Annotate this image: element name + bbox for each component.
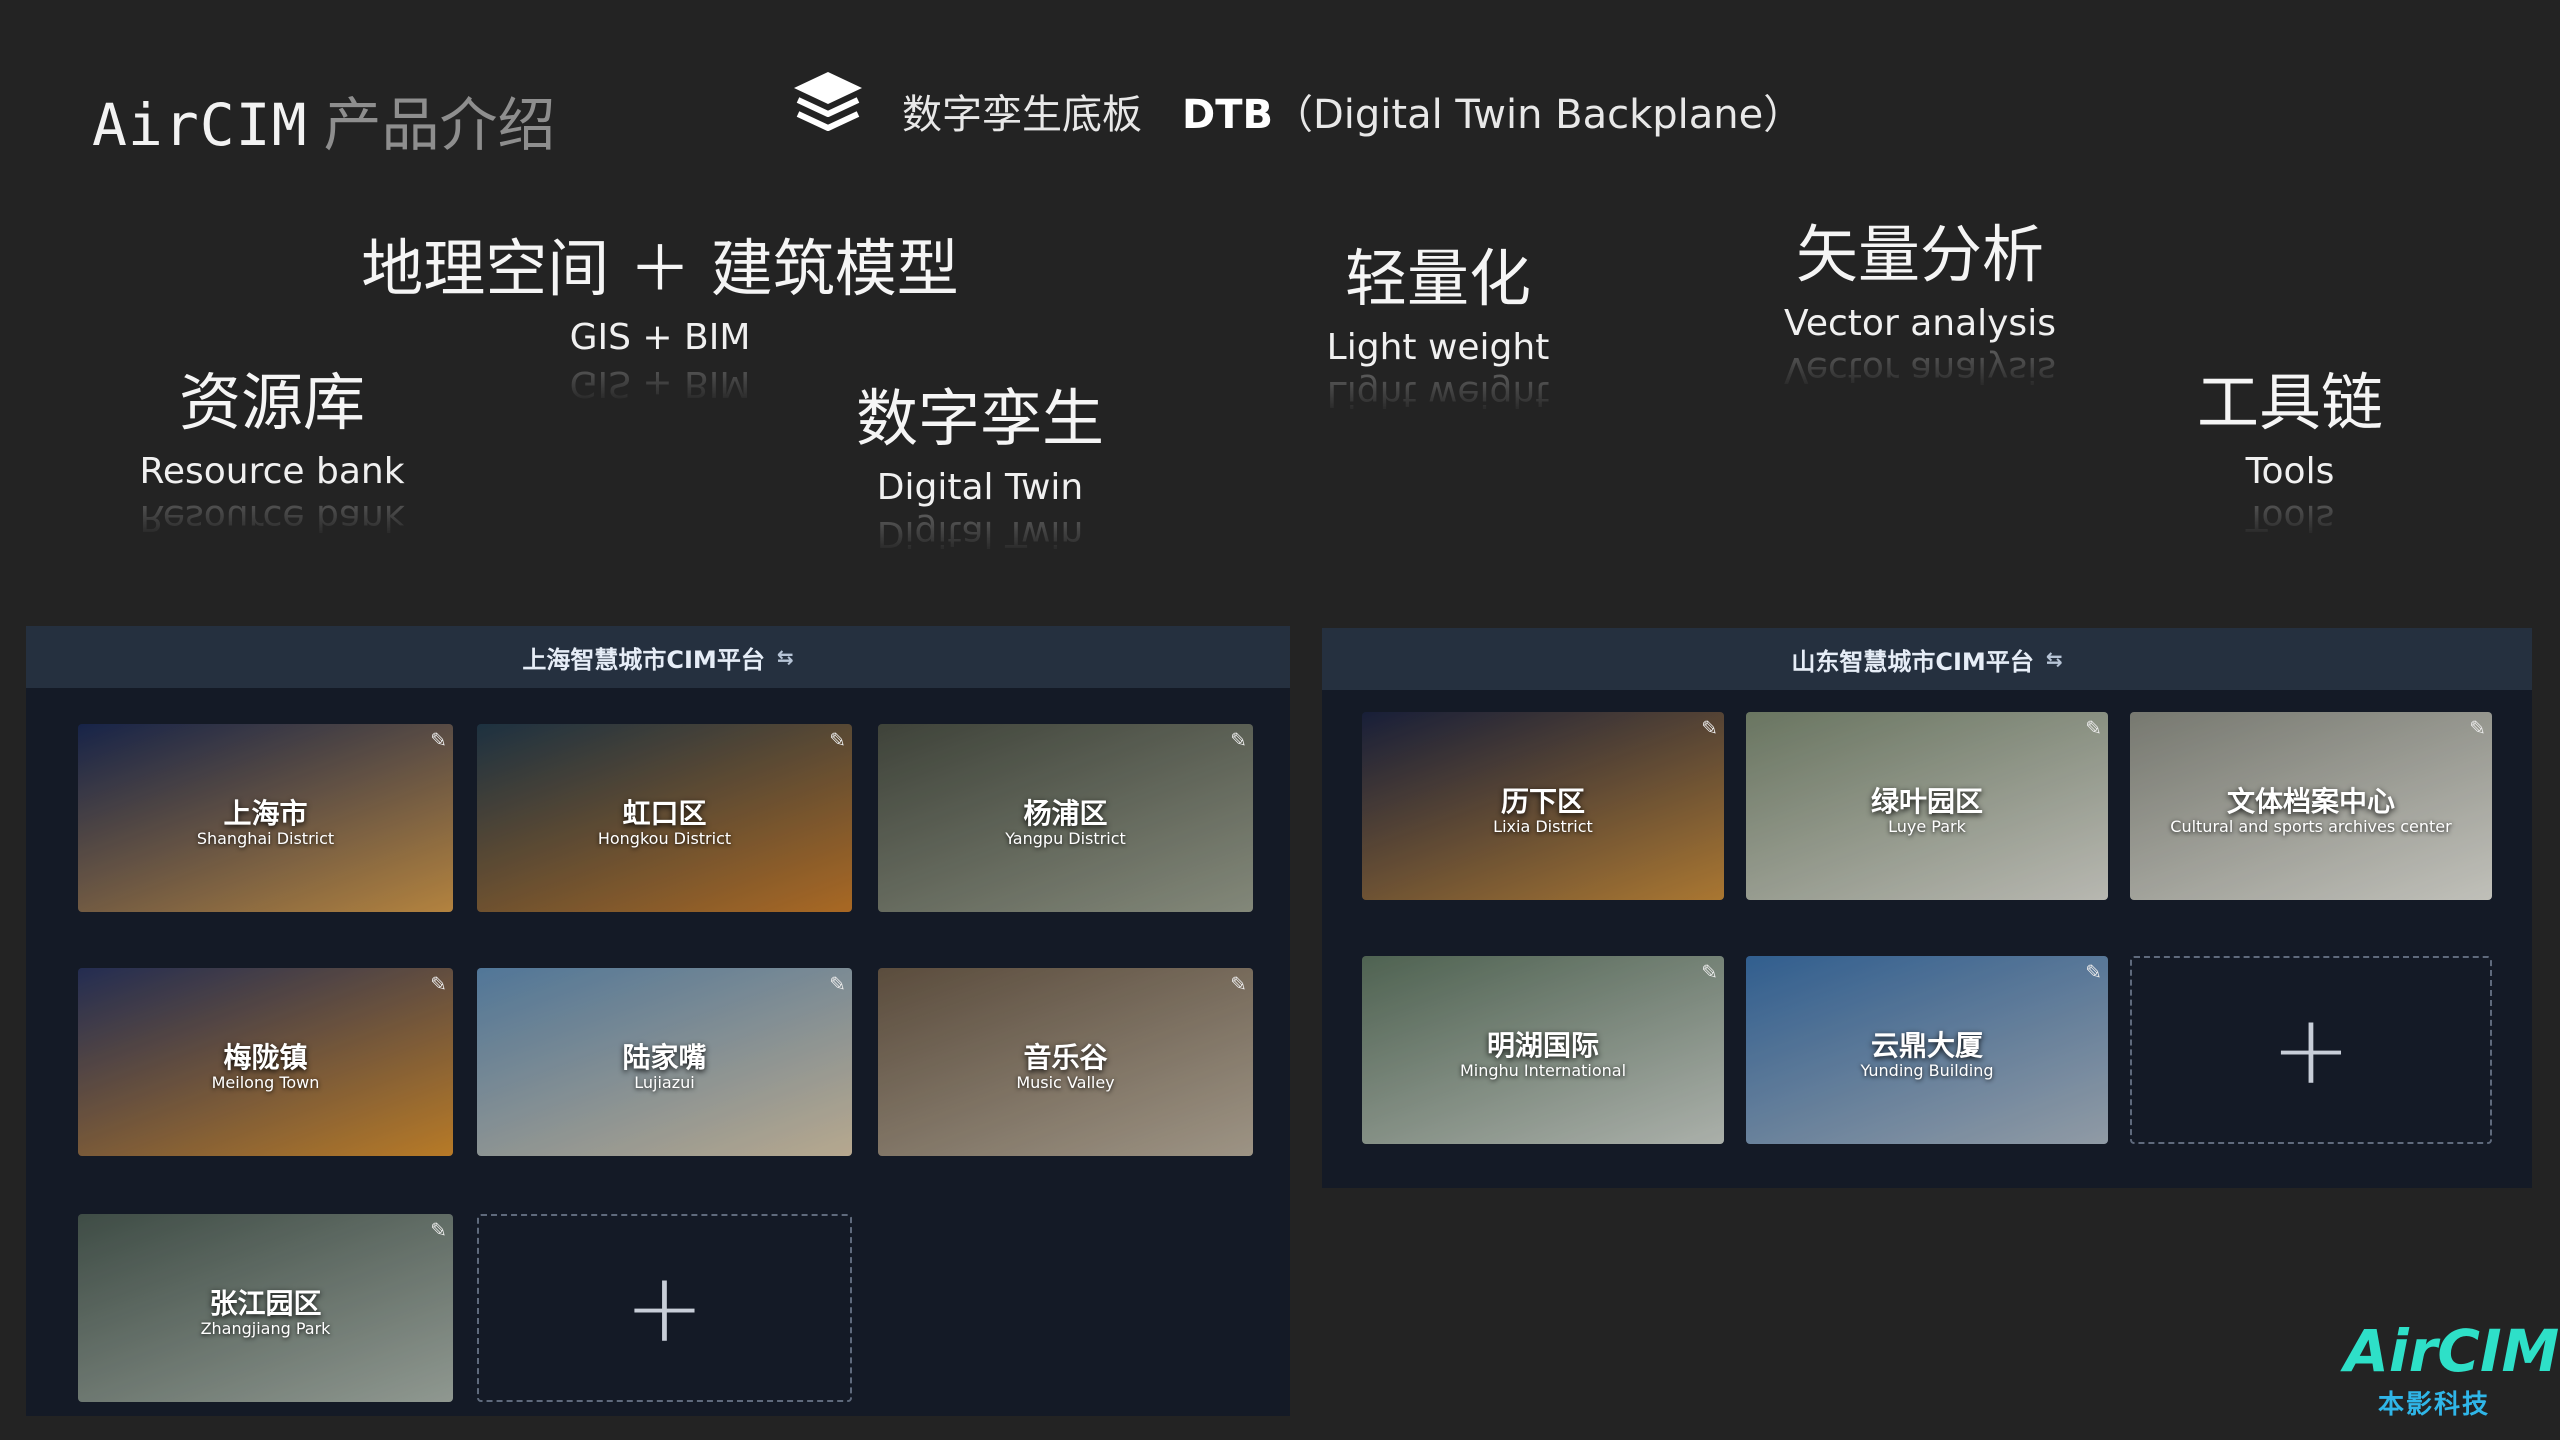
shandong-card-grid: ✎ 历下区 Lixia District ✎ 绿叶园区 Luye Park ✎ … <box>1322 628 2532 1188</box>
edit-icon[interactable]: ✎ <box>430 728 447 752</box>
subtitle-dtb: DTB <box>1182 92 1273 138</box>
feature-tools: 工具链 Tools Tools <box>2130 366 2450 539</box>
feature-vector-reflection: Vector analysis <box>1784 348 2056 390</box>
edit-icon[interactable]: ✎ <box>1701 716 1718 740</box>
card-subtitle: Lixia District <box>1493 817 1593 837</box>
edit-icon[interactable]: ✎ <box>829 728 846 752</box>
card-title: 上海市 <box>223 796 308 830</box>
aircim-logo: AirCIM 本影科技 <box>2344 1317 2560 1421</box>
brand-name: AirCIM <box>92 91 308 159</box>
header-subtitle: 数字孪生底板 DTB（Digital Twin Backplane） <box>902 82 1803 140</box>
feature-light-weight: 轻量化 Light weight Light weight <box>1278 242 1598 415</box>
feature-light-en: Light weight <box>1326 327 1550 369</box>
edit-icon[interactable]: ✎ <box>1230 972 1247 996</box>
edit-icon[interactable]: ✎ <box>2085 716 2102 740</box>
project-card[interactable]: ✎ 历下区 Lixia District <box>1362 712 1724 900</box>
shanghai-card-grid: ✎ 上海市 Shanghai District ✎ 虹口区 Hongkou Di… <box>26 626 1290 1416</box>
project-card[interactable]: ✎ 张江园区 Zhangjiang Park <box>78 1214 453 1402</box>
feature-light-zh: 轻量化 <box>1344 242 1531 315</box>
edit-icon[interactable]: ✎ <box>2085 960 2102 984</box>
project-card[interactable]: ✎ 明湖国际 Minghu International <box>1362 956 1724 1144</box>
card-subtitle: Zhangjiang Park <box>200 1319 331 1339</box>
feature-resource-reflection: Resource bank <box>139 496 405 538</box>
edit-icon[interactable]: ✎ <box>829 972 846 996</box>
feature-vector-zh: 矢量分析 <box>1795 218 2044 291</box>
card-subtitle: Cultural and sports archives center <box>2170 817 2452 837</box>
edit-icon[interactable]: ✎ <box>1701 960 1718 984</box>
card-title: 陆家嘴 <box>622 1040 707 1074</box>
card-subtitle: Yangpu District <box>1005 829 1126 849</box>
card-title: 杨浦区 <box>1023 796 1108 830</box>
feature-resource-en: Resource bank <box>139 451 405 493</box>
project-card[interactable]: ✎ 上海市 Shanghai District <box>78 724 453 912</box>
project-card[interactable]: ✎ 绿叶园区 Luye Park <box>1746 712 2108 900</box>
layers-icon <box>794 72 862 131</box>
plus-icon: + <box>2270 994 2352 1106</box>
plus-icon: + <box>624 1252 705 1364</box>
feature-vector-analysis: 矢量分析 Vector analysis Vector analysis <box>1760 218 2080 391</box>
feature-tools-reflection: Tools <box>2245 496 2335 538</box>
project-card[interactable]: ✎ 云鼎大厦 Yunding Building <box>1746 956 2108 1144</box>
feature-twin-en: Digital Twin <box>876 467 1084 509</box>
logo-company: 本影科技 <box>2377 1390 2490 1420</box>
project-card[interactable]: ✎ 梅陇镇 Meilong Town <box>78 968 453 1156</box>
edit-icon[interactable]: ✎ <box>430 972 447 996</box>
card-title: 张江园区 <box>209 1286 322 1320</box>
card-subtitle: Minghu International <box>1459 1061 1627 1081</box>
project-card[interactable]: ✎ 音乐谷 Music Valley <box>878 968 1253 1156</box>
card-title: 历下区 <box>1500 784 1585 818</box>
add-project-button[interactable]: + <box>477 1214 852 1402</box>
feature-gis-bim-zh: 地理空间 ＋ 建筑模型 <box>361 232 959 305</box>
card-subtitle: Luye Park <box>1888 817 1966 837</box>
card-title: 文体档案中心 <box>2226 784 2395 818</box>
feature-tools-zh: 工具链 <box>2196 366 2383 439</box>
card-title: 明湖国际 <box>1486 1028 1599 1062</box>
shandong-cim-panel: 山东智慧城市CIM平台 ⇆ ✎ 历下区 Lixia District ✎ 绿叶园… <box>1322 628 2532 1188</box>
card-subtitle: Lujiazui <box>634 1073 695 1093</box>
project-card[interactable]: ✎ 文体档案中心 Cultural and sports archives ce… <box>2130 712 2492 900</box>
add-project-button[interactable]: + <box>2130 956 2492 1144</box>
feature-digital-twin: 数字孪生 Digital Twin Digital Twin <box>820 382 1140 555</box>
card-subtitle: Shanghai District <box>196 829 335 849</box>
feature-resource-zh: 资源库 <box>178 366 365 439</box>
project-card[interactable]: ✎ 杨浦区 Yangpu District <box>878 724 1253 912</box>
card-subtitle: Music Valley <box>1016 1073 1115 1093</box>
feature-twin-zh: 数字孪生 <box>855 382 1104 455</box>
subtitle-zh: 数字孪生底板 <box>902 92 1142 138</box>
card-title: 音乐谷 <box>1023 1040 1108 1074</box>
feature-gis-bim-en: GIS + BIM <box>569 317 751 359</box>
edit-icon[interactable]: ✎ <box>1230 728 1247 752</box>
edit-icon[interactable]: ✎ <box>430 1218 447 1242</box>
project-card[interactable]: ✎ 虹口区 Hongkou District <box>477 724 852 912</box>
project-card[interactable]: ✎ 陆家嘴 Lujiazui <box>477 968 852 1156</box>
edit-icon[interactable]: ✎ <box>2469 716 2486 740</box>
feature-resource-bank: 资源库 Resource bank Resource bank <box>112 366 432 539</box>
feature-light-reflection: Light weight <box>1326 372 1550 414</box>
card-title: 绿叶园区 <box>1870 784 1983 818</box>
feature-tools-en: Tools <box>2245 451 2335 493</box>
brand-title: AirCIM 产品介绍 <box>92 78 556 162</box>
card-subtitle: Meilong Town <box>211 1073 320 1093</box>
card-subtitle: Hongkou District <box>597 829 732 849</box>
shanghai-cim-panel: 上海智慧城市CIM平台 ⇆ ✎ 上海市 Shanghai District ✎ … <box>26 626 1290 1416</box>
feature-gis-bim: 地理空间 ＋ 建筑模型 GIS + BIM GIS + BIM <box>340 232 980 405</box>
card-title: 虹口区 <box>622 796 707 830</box>
card-subtitle: Yunding Building <box>1860 1061 1994 1081</box>
card-title: 梅陇镇 <box>223 1040 308 1074</box>
feature-vector-en: Vector analysis <box>1784 303 2056 345</box>
feature-twin-reflection: Digital Twin <box>876 512 1084 554</box>
logo-brand: AirCIM <box>2344 1317 2560 1385</box>
subtitle-full: （Digital Twin Backplane） <box>1272 92 1804 138</box>
card-title: 云鼎大厦 <box>1870 1028 1983 1062</box>
brand-subtitle: 产品介绍 <box>323 91 556 159</box>
